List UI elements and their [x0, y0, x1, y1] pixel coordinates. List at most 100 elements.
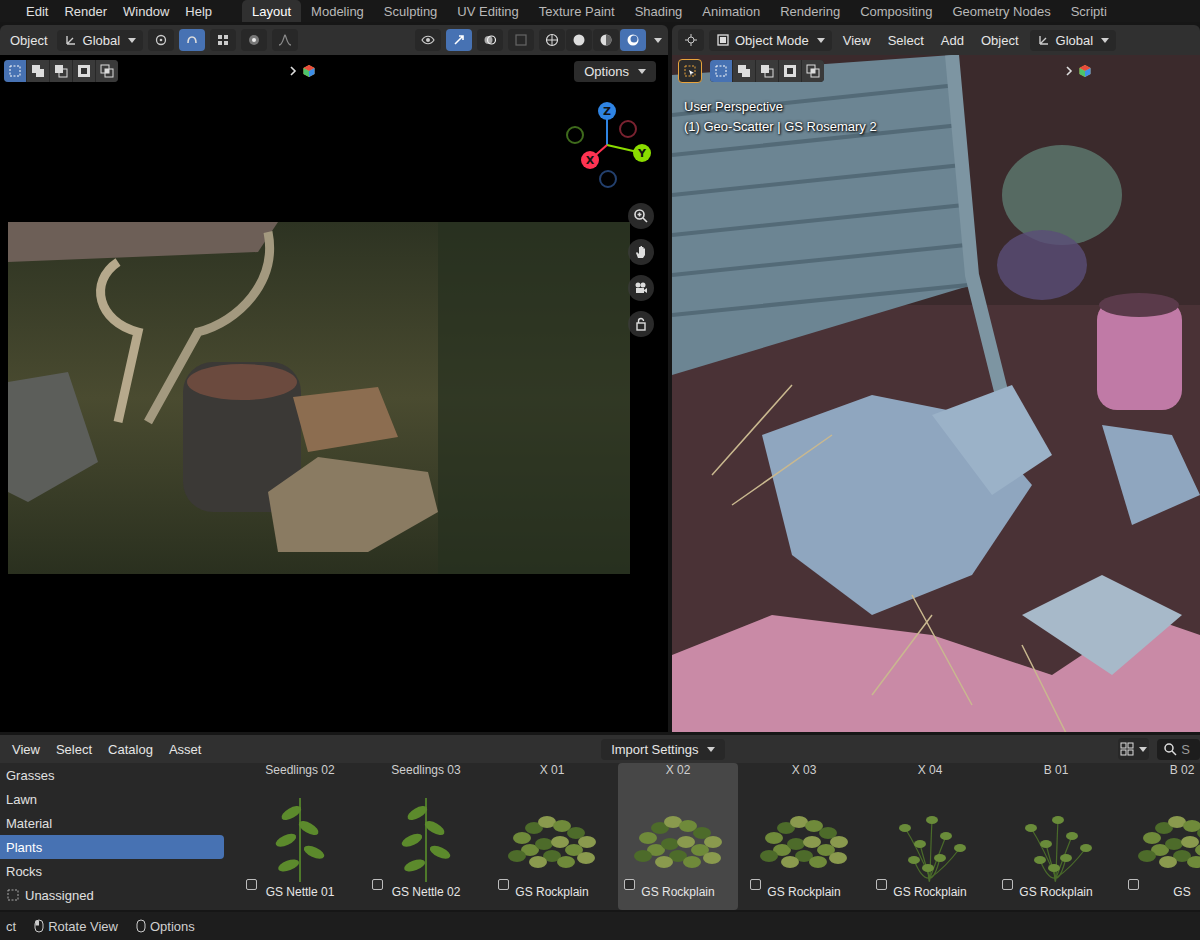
asset-checkbox[interactable]	[498, 879, 509, 890]
workspace-tab[interactable]: Geometry Nodes	[942, 0, 1060, 22]
menu-item[interactable]: Window	[115, 4, 177, 19]
catalog-item[interactable]: Rocks	[0, 859, 224, 883]
workspace-tab[interactable]: Texture Paint	[529, 0, 625, 22]
camera-icon[interactable]	[628, 275, 654, 301]
asset-checkbox[interactable]	[1128, 879, 1139, 890]
asset-card[interactable]: X 02GS Rockplain	[618, 763, 738, 910]
axis-handle[interactable]: Z	[598, 102, 616, 145]
caret-icon[interactable]	[654, 38, 662, 43]
asset-checkbox[interactable]	[372, 879, 383, 890]
catalog-item[interactable]: Plants	[0, 835, 224, 859]
select-box-tool-icon[interactable]	[678, 59, 702, 83]
mode-dropdown[interactable]: Object Mode	[709, 30, 832, 51]
asset-preview	[996, 778, 1116, 884]
asset-card[interactable]: Seedlings 02GS Nettle 01	[240, 763, 360, 910]
pivot-icon[interactable]	[148, 29, 174, 51]
header-menu[interactable]: Object	[975, 33, 1025, 48]
header-menu[interactable]: Select	[50, 742, 98, 757]
negative-axis-icon[interactable]	[620, 121, 636, 137]
toolbar-expand-icon[interactable]	[1062, 64, 1092, 78]
toolbar-expand-icon[interactable]	[286, 64, 316, 78]
workspace-tab[interactable]: Sculpting	[374, 0, 447, 22]
select-invert-icon[interactable]	[73, 60, 95, 82]
workspace-tab[interactable]: Animation	[692, 0, 770, 22]
falloff-icon[interactable]	[272, 29, 298, 51]
select-invert-icon[interactable]	[779, 60, 801, 82]
search-field[interactable]: S	[1157, 739, 1200, 760]
editor-type-icon[interactable]	[678, 29, 704, 51]
object-menu[interactable]: Object	[6, 33, 52, 48]
snap-grid-icon[interactable]	[210, 29, 236, 51]
select-intersect-icon[interactable]	[96, 60, 118, 82]
asset-checkbox[interactable]	[624, 879, 635, 890]
workspace-tab[interactable]: Layout	[242, 0, 301, 22]
header-menu[interactable]: Select	[882, 33, 930, 48]
hand-icon[interactable]	[628, 239, 654, 265]
asset-preview	[492, 778, 612, 884]
lock-icon[interactable]	[628, 311, 654, 337]
header-menu[interactable]: Catalog	[102, 742, 159, 757]
asset-card[interactable]: Seedlings 03GS Nettle 02	[366, 763, 486, 910]
select-subtract-icon[interactable]	[756, 60, 778, 82]
header-menu[interactable]: View	[837, 33, 877, 48]
axis-handle[interactable]: X	[581, 145, 607, 169]
asset-checkbox[interactable]	[750, 879, 761, 890]
visibility-icon[interactable]	[415, 29, 441, 51]
asset-card[interactable]: B 02GS	[1122, 763, 1200, 910]
caret-icon	[707, 747, 715, 752]
workspace-tab[interactable]: Shading	[625, 0, 693, 22]
wireframe-icon[interactable]	[539, 29, 565, 51]
gizmo-toggle-icon[interactable]	[446, 29, 472, 51]
orientation-dropdown[interactable]: Global	[1030, 30, 1117, 51]
asset-checkbox[interactable]	[1002, 879, 1013, 890]
asset-checkbox[interactable]	[246, 879, 257, 890]
select-subtract-icon[interactable]	[50, 60, 72, 82]
axis-handle[interactable]: Y	[607, 144, 651, 162]
asset-card[interactable]: B 01GS Rockplain	[996, 763, 1116, 910]
negative-axis-icon[interactable]	[567, 127, 583, 143]
solid-icon[interactable]	[566, 29, 592, 51]
render-view[interactable]: Options ZYX	[0, 55, 668, 732]
asset-card[interactable]: X 03GS Rockplain	[744, 763, 864, 910]
overlay-icon[interactable]	[477, 29, 503, 51]
proportional-icon[interactable]	[241, 29, 267, 51]
header-menu[interactable]: Asset	[163, 742, 208, 757]
snap-icon[interactable]	[179, 29, 205, 51]
select-extend-icon[interactable]	[27, 60, 49, 82]
material-icon[interactable]	[593, 29, 619, 51]
select-new-icon[interactable]	[710, 60, 732, 82]
negative-axis-icon[interactable]	[600, 171, 616, 187]
workspace-tab[interactable]: UV Editing	[447, 0, 528, 22]
catalog-item[interactable]: Lawn	[0, 787, 224, 811]
menu-item[interactable]: Render	[56, 4, 115, 19]
navigation-gizmo[interactable]: ZYX	[560, 95, 655, 190]
menu-item[interactable]: Edit	[18, 4, 56, 19]
header-menu[interactable]: Add	[935, 33, 970, 48]
workspace-tab[interactable]: Compositing	[850, 0, 942, 22]
orientation-dropdown[interactable]: Global	[57, 30, 144, 51]
asset-card[interactable]: X 01GS Rockplain	[492, 763, 612, 910]
select-new-icon[interactable]	[4, 60, 26, 82]
scene-view[interactable]: User Perspective(1) Geo-Scatter | GS Ros…	[672, 55, 1200, 732]
select-extend-icon[interactable]	[733, 60, 755, 82]
asset-category: X 03	[792, 763, 817, 778]
catalog-item[interactable]: Unassigned	[0, 883, 224, 907]
menu-item[interactable]: Help	[177, 4, 220, 19]
workspace-tab[interactable]: Modeling	[301, 0, 374, 22]
asset-checkbox[interactable]	[876, 879, 887, 890]
caret-icon	[128, 38, 136, 43]
workspace-tab[interactable]: Rendering	[770, 0, 850, 22]
header-menu[interactable]: View	[6, 742, 46, 757]
asset-card[interactable]: X 04GS Rockplain	[870, 763, 990, 910]
asset-preview	[366, 778, 486, 884]
zoom-icon[interactable]	[628, 203, 654, 229]
import-settings-dropdown[interactable]: Import Settings	[601, 739, 724, 760]
select-intersect-icon[interactable]	[802, 60, 824, 82]
rendered-icon[interactable]	[620, 29, 646, 51]
workspace-tab[interactable]: Scripti	[1061, 0, 1117, 22]
display-grid-icon[interactable]	[1118, 738, 1149, 760]
options-dropdown[interactable]: Options	[574, 61, 656, 82]
xray-icon[interactable]	[508, 29, 534, 51]
catalog-item[interactable]: Grasses	[0, 763, 224, 787]
catalog-item[interactable]: Material	[0, 811, 224, 835]
